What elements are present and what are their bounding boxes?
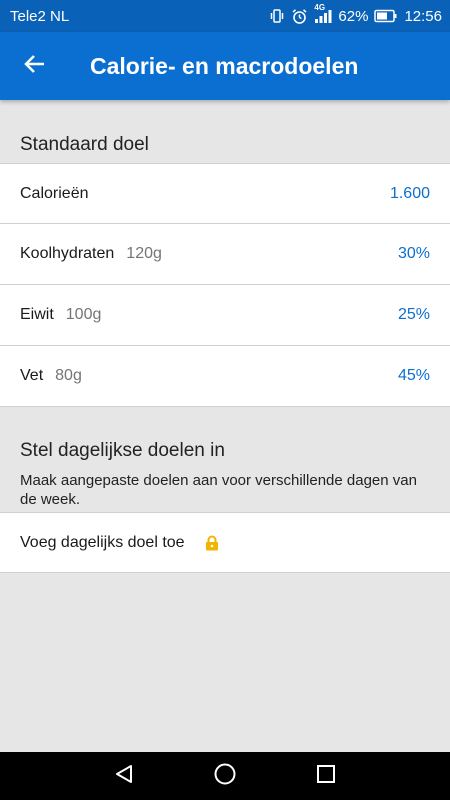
row-value: 45% <box>397 367 430 384</box>
arrow-left-icon <box>23 52 47 81</box>
row-value: 1.600 <box>389 184 430 202</box>
daily-goals-description: Maak aangepaste doelen aan voor verschil… <box>20 472 417 508</box>
battery-percent: 62% <box>338 7 369 25</box>
network-type-label: 4G <box>314 3 326 12</box>
screen: Tele2 NL 4G 62% 12:56 Calorie- en macrod… <box>0 0 450 800</box>
status-icons: 4G 62% 12:56 <box>269 3 442 25</box>
status-bar: Tele2 NL 4G 62% 12:56 <box>0 0 450 32</box>
back-triangle-icon <box>113 763 135 790</box>
nav-back-button[interactable] <box>111 763 137 789</box>
app-bar: Calorie- en macrodoelen <box>0 32 450 100</box>
daily-goals-title: Stel dagelijkse doelen in <box>20 440 225 461</box>
daily-goals-header: Stel dagelijkse doelen in Maak aangepast… <box>0 440 450 509</box>
row-grams: 100g <box>65 306 102 323</box>
battery-icon <box>374 9 398 23</box>
signal-icon: 4G <box>314 3 332 24</box>
goal-row-protein[interactable]: Eiwit 100g 25% <box>0 285 450 346</box>
clock-time: 12:56 <box>404 7 442 25</box>
row-label: Eiwit <box>20 306 54 323</box>
back-button[interactable] <box>0 32 70 100</box>
goal-row-calories[interactable]: Calorieën 1.600 <box>0 163 450 224</box>
goal-row-fat[interactable]: Vet 80g 45% <box>0 346 450 407</box>
carrier-name: Tele2 NL <box>10 7 70 25</box>
row-label: Calorieën <box>20 184 89 202</box>
row-label: Vet <box>20 367 44 384</box>
vibrate-icon <box>269 8 285 24</box>
add-daily-goal-button[interactable]: Voeg dagelijks doel toe <box>0 512 450 573</box>
goal-row-carbs[interactable]: Koolhydraten 120g 30% <box>0 224 450 285</box>
home-circle-icon <box>213 762 237 791</box>
row-grams: 80g <box>55 367 82 384</box>
row-value: 25% <box>397 306 430 323</box>
recents-square-icon <box>315 763 337 790</box>
lock-icon <box>205 535 219 551</box>
row-label: Koolhydraten <box>20 245 115 262</box>
row-value: 30% <box>397 245 430 262</box>
nav-home-button[interactable] <box>212 763 238 789</box>
nav-recents-button[interactable] <box>313 763 339 789</box>
standard-goal-header: Standaard doel <box>0 134 450 156</box>
system-nav-bar <box>0 752 450 800</box>
page-title: Calorie- en macrodoelen <box>90 52 359 79</box>
standard-goal-list: Calorieën 1.600 Koolhydraten 120g 30% Ei… <box>0 163 450 407</box>
daily-goals-list: Voeg dagelijks doel toe <box>0 512 450 573</box>
standard-goal-title: Standaard doel <box>20 134 149 155</box>
alarm-icon <box>291 8 308 25</box>
row-grams: 120g <box>126 245 162 262</box>
add-daily-goal-label: Voeg dagelijks doel toe <box>20 533 185 551</box>
